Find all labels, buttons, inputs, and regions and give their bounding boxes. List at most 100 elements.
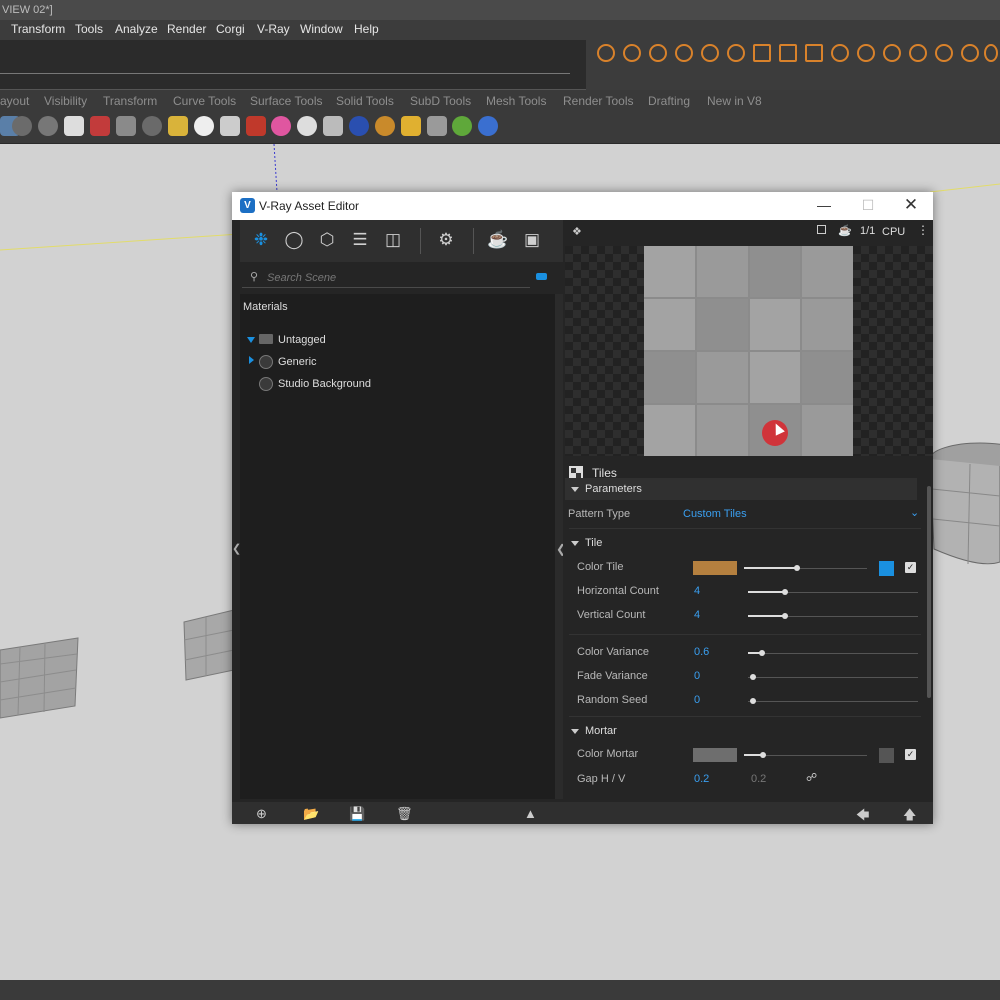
menu-help[interactable]: Help (354, 22, 379, 36)
preview-pin-icon[interactable]: ❖ (572, 225, 582, 238)
minimize-button[interactable]: — (802, 192, 846, 220)
tree-item-generic[interactable]: Generic (278, 356, 317, 368)
collapse-left-icon[interactable]: ❮ (232, 542, 241, 555)
target-icon[interactable] (142, 116, 162, 136)
materials-category-icon[interactable]: ❉ (250, 229, 272, 251)
vray-dome-light-icon[interactable] (961, 44, 979, 62)
tab-subd-tools[interactable]: SubD Tools (410, 94, 471, 108)
horizontal-count-value[interactable]: 4 (694, 585, 700, 597)
vray-ies-light-icon[interactable] (909, 44, 927, 62)
tab-visibility[interactable]: Visibility (44, 94, 87, 108)
tab-render-tools[interactable]: Render Tools (563, 94, 634, 108)
color-wheel-icon[interactable] (271, 116, 291, 136)
delete-icon[interactable]: 🗑 (396, 806, 413, 822)
tab-transform[interactable]: Transform (103, 94, 157, 108)
vray-teapot-icon[interactable] (649, 44, 667, 62)
menu-render[interactable]: Render (167, 22, 206, 36)
tab-drafting[interactable]: Drafting (648, 94, 690, 108)
bulb-icon[interactable] (194, 116, 214, 136)
vray-camera-icon[interactable] (805, 44, 823, 62)
vray-interactive-icon[interactable] (675, 44, 693, 62)
menu-window[interactable]: Window (300, 22, 343, 36)
color-tile-checkbox[interactable]: ✓ (905, 562, 916, 573)
ground-plane-icon[interactable] (116, 116, 136, 136)
material-icon[interactable] (246, 116, 266, 136)
back-arrow-icon[interactable]: 🡄 (856, 806, 869, 828)
color-tile-slider[interactable] (744, 565, 867, 571)
mortar-section-header[interactable]: Mortar (571, 725, 617, 737)
lights-category-icon[interactable]: ◯ (283, 229, 305, 251)
sun-icon[interactable] (375, 116, 395, 136)
help-icon[interactable] (478, 116, 498, 136)
tile-section-header[interactable]: Tile (571, 537, 602, 549)
preview-ratio[interactable]: 1/1 (860, 225, 875, 237)
color-tile-texture-button[interactable] (879, 561, 894, 576)
vray-light-icon[interactable] (831, 44, 849, 62)
command-history[interactable] (0, 40, 586, 129)
expand-generic-icon[interactable] (249, 356, 254, 364)
color-mortar-slider[interactable] (744, 752, 867, 758)
material-preview[interactable] (565, 246, 933, 456)
decal-icon[interactable] (452, 116, 472, 136)
gap-h-value[interactable]: 0.2 (694, 773, 709, 785)
dimension-icon[interactable] (427, 116, 447, 136)
layers-category-icon[interactable]: ☰ (349, 229, 371, 251)
add-asset-icon[interactable]: ⊕ (256, 806, 267, 822)
preview-shape-icon[interactable] (817, 225, 826, 234)
light-icon[interactable] (168, 116, 188, 136)
frame-buffer-icon[interactable]: ▣ (521, 229, 543, 251)
params-scrollbar[interactable] (927, 486, 931, 698)
expand-untagged-icon[interactable] (247, 337, 255, 343)
tab-surface-tools[interactable]: Surface Tools (250, 94, 323, 108)
tree-item-studio-background[interactable]: Studio Background (278, 378, 371, 390)
vray-logo-icon[interactable] (597, 44, 615, 62)
environment-icon[interactable] (297, 116, 317, 136)
save-icon[interactable]: 💾 (349, 806, 365, 822)
gap-v-value[interactable]: 0.2 (751, 773, 766, 785)
vray-cloud-icon[interactable] (727, 44, 745, 62)
search-scene-field[interactable]: ⚲ Search Scene (242, 268, 530, 288)
random-seed-slider[interactable] (748, 698, 918, 704)
pattern-type-dropdown[interactable]: Custom Tiles (683, 508, 747, 520)
geometry-category-icon[interactable]: ⬡ (316, 229, 338, 251)
gear-light-icon[interactable] (401, 116, 421, 136)
sphere-material-icon[interactable] (349, 116, 369, 136)
vertical-count-slider[interactable] (748, 613, 918, 619)
parameters-section-header[interactable]: Parameters (565, 478, 917, 500)
zoom-icon[interactable] (12, 116, 32, 136)
chevron-down-icon[interactable]: ⌄ (910, 506, 919, 519)
vray-sphere-light-icon[interactable] (857, 44, 875, 62)
up-arrow-icon[interactable]: 🡅 (903, 806, 916, 828)
render-teapot-icon[interactable]: ☕ (487, 229, 509, 251)
tree-item-untagged[interactable]: Untagged (278, 334, 326, 346)
menu-tools[interactable]: Tools (75, 22, 103, 36)
car-render-icon[interactable] (90, 116, 110, 136)
lock-icon[interactable] (220, 116, 240, 136)
textures-category-icon[interactable]: ◫ (382, 229, 404, 251)
close-button[interactable]: ✕ (889, 192, 933, 220)
random-seed-value[interactable]: 0 (694, 694, 700, 706)
tab-mesh-tools[interactable]: Mesh Tools (486, 94, 546, 108)
vray-sun-icon[interactable] (935, 44, 953, 62)
vray-spot-light-icon[interactable] (883, 44, 901, 62)
menu-analyze[interactable]: Analyze (115, 22, 158, 36)
color-variance-slider[interactable] (748, 650, 918, 656)
vray-more-icon[interactable] (984, 44, 998, 62)
tab-layout[interactable]: ayout (0, 94, 29, 108)
menu-vray[interactable]: V-Ray (257, 22, 290, 36)
vray-asset-editor-icon[interactable] (623, 44, 641, 62)
color-mortar-checkbox[interactable]: ✓ (905, 749, 916, 760)
color-tile-swatch[interactable] (693, 561, 737, 575)
tab-solid-tools[interactable]: Solid Tools (336, 94, 394, 108)
fade-variance-slider[interactable] (748, 674, 918, 680)
purge-icon[interactable]: ▲ (524, 806, 537, 821)
settings-gear-icon[interactable]: ⚙ (435, 229, 457, 251)
menu-transform[interactable]: Transform (11, 22, 65, 36)
vray-render-icon[interactable] (701, 44, 719, 62)
tab-new-in-v8[interactable]: New in V8 (707, 94, 762, 108)
tab-curve-tools[interactable]: Curve Tools (173, 94, 236, 108)
preview-teapot-icon[interactable]: ☕ (838, 224, 852, 237)
preview-engine[interactable]: CPU (882, 226, 905, 238)
more-options-icon[interactable]: ⋮ (917, 223, 929, 237)
color-variance-value[interactable]: 0.6 (694, 646, 709, 658)
